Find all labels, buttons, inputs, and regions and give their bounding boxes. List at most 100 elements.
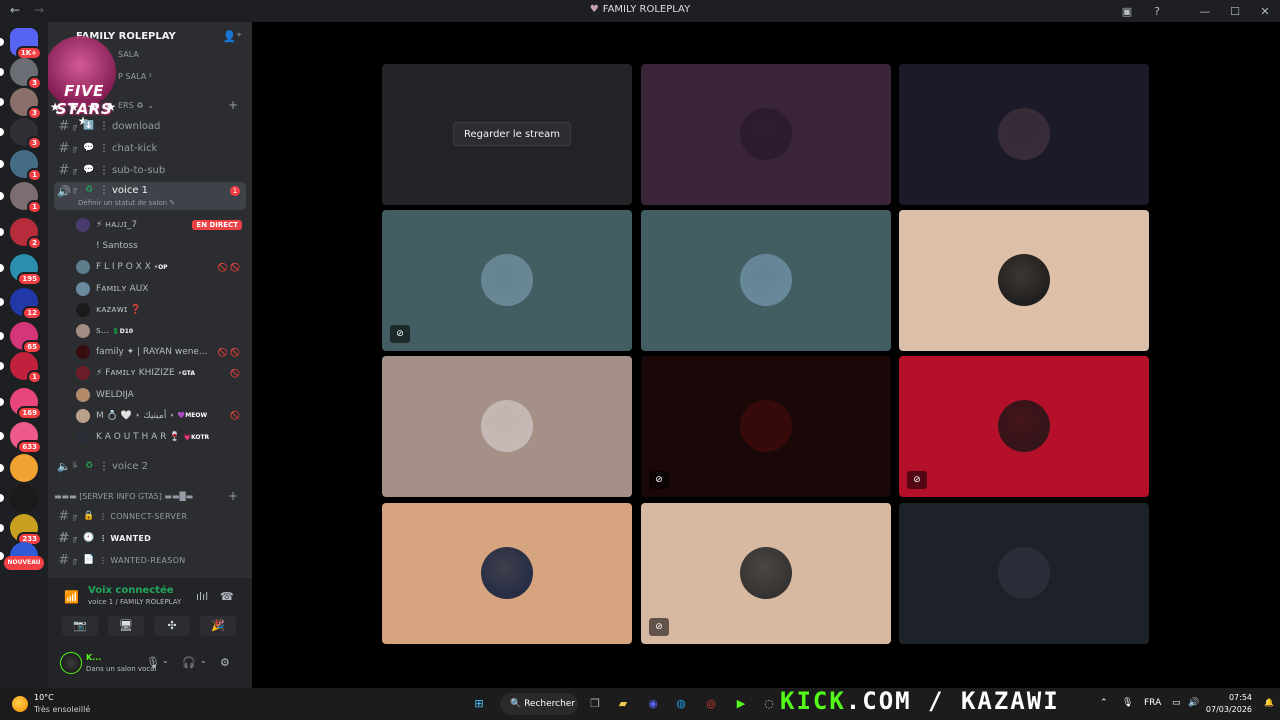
tray-network-icon[interactable]: ▭ xyxy=(1172,698,1181,708)
voice-user[interactable]: ! Santoss xyxy=(76,236,244,256)
headphones-icon[interactable]: 🎧 xyxy=(182,656,196,669)
voice-channel-path[interactable]: voice 1 / FAMILY ROLEPLAY xyxy=(88,598,181,606)
taskbar-search[interactable]: 🔍 Rechercher xyxy=(500,693,578,715)
participant-tile[interactable]: ⊘ xyxy=(899,356,1149,497)
chevron-down-icon[interactable]: ⌄ xyxy=(162,656,169,665)
server-icon[interactable]: 195 xyxy=(0,254,42,286)
voice-user[interactable]: Fᴀᴍɪʟʏ AUX xyxy=(76,279,244,299)
discord-icon[interactable]: ◉ xyxy=(644,695,662,713)
voice-channel-voice-2[interactable]: 🔈 ╚ ♻ ⋮ voice 2 xyxy=(54,456,246,476)
close-button[interactable]: ✕ xyxy=(1250,5,1280,18)
channel-status[interactable]: Définir un statut de salon ✎ xyxy=(78,199,175,207)
microphone-icon[interactable]: 🎙 xyxy=(146,656,160,669)
weather-condition[interactable]: Très ensoleillé xyxy=(34,705,90,714)
tray-language[interactable]: FRA xyxy=(1144,698,1161,708)
voice-user[interactable]: family ✦ | RAYAN wene... 🚫 🚫 xyxy=(76,342,244,362)
server-icon[interactable]: 3 xyxy=(0,58,42,90)
participant-tile[interactable]: ⊘ xyxy=(641,503,891,644)
participant-tile[interactable] xyxy=(382,356,632,497)
add-channel-icon[interactable]: + xyxy=(228,98,238,112)
voice-user[interactable]: M 💍 🤍 ⋆ أميتيك ⋆ 💜MEOW 🚫 xyxy=(76,406,244,426)
invite-people-icon[interactable]: 👤⁺ xyxy=(222,30,242,43)
windows-start-icon[interactable]: ⊞ xyxy=(470,695,488,713)
participant-tile[interactable] xyxy=(899,503,1149,644)
task-view-icon[interactable]: ❐ xyxy=(586,695,604,713)
voice-user[interactable]: s... 💲D10 xyxy=(76,321,244,341)
hash-icon: # xyxy=(58,162,70,178)
camera-button[interactable]: 📷 xyxy=(62,616,98,636)
text-channel-sub-to-sub[interactable]: # ╔ 💬 ⋮ sub-to-sub xyxy=(54,160,246,180)
inbox-icon[interactable]: ▣ xyxy=(1112,5,1142,18)
clock-time[interactable]: 07:54 xyxy=(1229,693,1252,702)
chrome-icon[interactable]: ◎ xyxy=(702,695,720,713)
file-explorer-icon[interactable]: ▰ xyxy=(614,695,632,713)
streamlabs-icon[interactable]: ▶ xyxy=(732,695,750,713)
text-channel-chat-kick[interactable]: # ╔ 💬 ⋮ chat-kick xyxy=(54,138,246,158)
participant-tile[interactable] xyxy=(641,64,891,205)
avatar[interactable] xyxy=(60,652,82,674)
text-channel-wanted[interactable]: # ╔ 🕘 ⋮ WANTED xyxy=(54,528,246,548)
maximize-button[interactable]: ☐ xyxy=(1220,5,1250,18)
server-icon[interactable] xyxy=(0,484,38,512)
watch-stream-button[interactable]: Regarder le stream xyxy=(453,122,572,146)
server-badge: 3 xyxy=(27,76,42,90)
steam-icon[interactable]: ◍ xyxy=(672,695,690,713)
notification-bell-icon[interactable]: 🔔 xyxy=(1264,698,1274,707)
participant-tile[interactable] xyxy=(899,64,1149,205)
participant-tile[interactable]: Regarder le stream xyxy=(382,64,632,205)
participant-tile[interactable]: ⊘ xyxy=(382,210,632,351)
server-icon[interactable]: 1 xyxy=(0,182,42,214)
disconnect-icon[interactable]: ☎ xyxy=(220,590,234,603)
unread-indicator xyxy=(0,160,4,168)
clock-date[interactable]: 07/03/2026 xyxy=(1206,705,1252,714)
discord-home-icon[interactable]: 1K+ xyxy=(0,28,42,60)
voice-user[interactable]: ĸᴀᴢᴀᴡɪ ❓ xyxy=(76,300,244,320)
server-icon[interactable]: 12 xyxy=(0,288,42,320)
settings-gear-icon[interactable]: ⚙ xyxy=(220,656,230,669)
participant-tile[interactable] xyxy=(641,210,891,351)
add-channel-icon[interactable]: + xyxy=(228,489,238,503)
signal-icon[interactable]: 📶 xyxy=(64,590,79,604)
server-icon[interactable] xyxy=(0,454,38,482)
voice-user[interactable]: K A O U T H A R 🍷 💗KOTR xyxy=(76,427,244,447)
tray-chevron-up-icon[interactable]: ⌃ xyxy=(1100,698,1108,708)
weather-sun-icon[interactable] xyxy=(12,696,28,712)
text-channel-connect-server[interactable]: # ╔ 🔒 ⋮ CONNECT-SERVER xyxy=(54,506,246,526)
help-icon[interactable]: ? xyxy=(1142,5,1172,18)
weather-temperature[interactable]: 10°C xyxy=(34,693,54,702)
noise-suppression-icon[interactable]: ılıl xyxy=(196,590,208,603)
soundboard-button[interactable]: 🎉 xyxy=(200,616,236,636)
minimize-button[interactable]: — xyxy=(1190,5,1220,18)
server-icon[interactable]: 3 xyxy=(0,88,42,120)
chevron-down-icon[interactable]: ⌄ xyxy=(200,656,207,665)
server-icon[interactable]: 2 xyxy=(0,218,42,250)
server-icon[interactable]: 169 xyxy=(0,388,42,420)
username[interactable]: K... xyxy=(86,653,101,662)
server-icon[interactable]: 633 xyxy=(0,422,42,454)
avatar xyxy=(76,281,90,296)
server-icon[interactable]: 1 xyxy=(0,352,42,384)
server-icon[interactable]: 3 xyxy=(0,118,42,150)
voice-channel-voice-1[interactable]: 🔊 ╔ ♻ ⋮ voice 1 1 Définir un statut de s… xyxy=(54,182,246,210)
voice-user[interactable]: F L I P O X X ⚡OP 🚫 🚫 xyxy=(76,257,244,277)
tray-volume-icon[interactable]: 🔊 xyxy=(1188,698,1199,708)
participant-tile[interactable] xyxy=(382,503,632,644)
participant-tile[interactable]: ⊘ xyxy=(641,356,891,497)
participant-tile[interactable] xyxy=(899,210,1149,351)
unread-indicator xyxy=(0,264,4,272)
voice-user[interactable]: WELDIJA xyxy=(76,385,244,405)
server-icon[interactable]: 1 xyxy=(0,150,42,182)
voice-user[interactable]: ⚡ ʜᴀᴊᴊɪ_7 EN DIRECT xyxy=(76,215,244,235)
server-icon[interactable]: 233 xyxy=(0,514,42,546)
voice-connected-label[interactable]: Voix connectée xyxy=(88,585,174,596)
voice-user[interactable]: ⚡ Fᴀᴍɪʟʏ KHIZIZE ⚡GTA 🚫 xyxy=(76,363,244,383)
server-badge: 1 xyxy=(27,200,42,214)
server-icon[interactable]: 65 xyxy=(0,322,42,354)
tray-microphone-icon[interactable]: 🎙 xyxy=(1122,698,1133,708)
share-screen-button[interactable]: 🖥 xyxy=(108,616,144,636)
text-channel-download[interactable]: # ╔ ⬇️ ⋮ download xyxy=(54,116,246,136)
category-server-info[interactable]: ▬▬▬ [SERVER INFO GTA5] ▬▬█▬ + xyxy=(54,488,246,504)
text-channel-wanted-reason[interactable]: # ╔ 📄 ⋮ WANTED-REASON xyxy=(54,550,246,570)
activities-button[interactable]: ✣ xyxy=(154,616,190,636)
obs-icon[interactable]: ◌ xyxy=(760,695,778,713)
